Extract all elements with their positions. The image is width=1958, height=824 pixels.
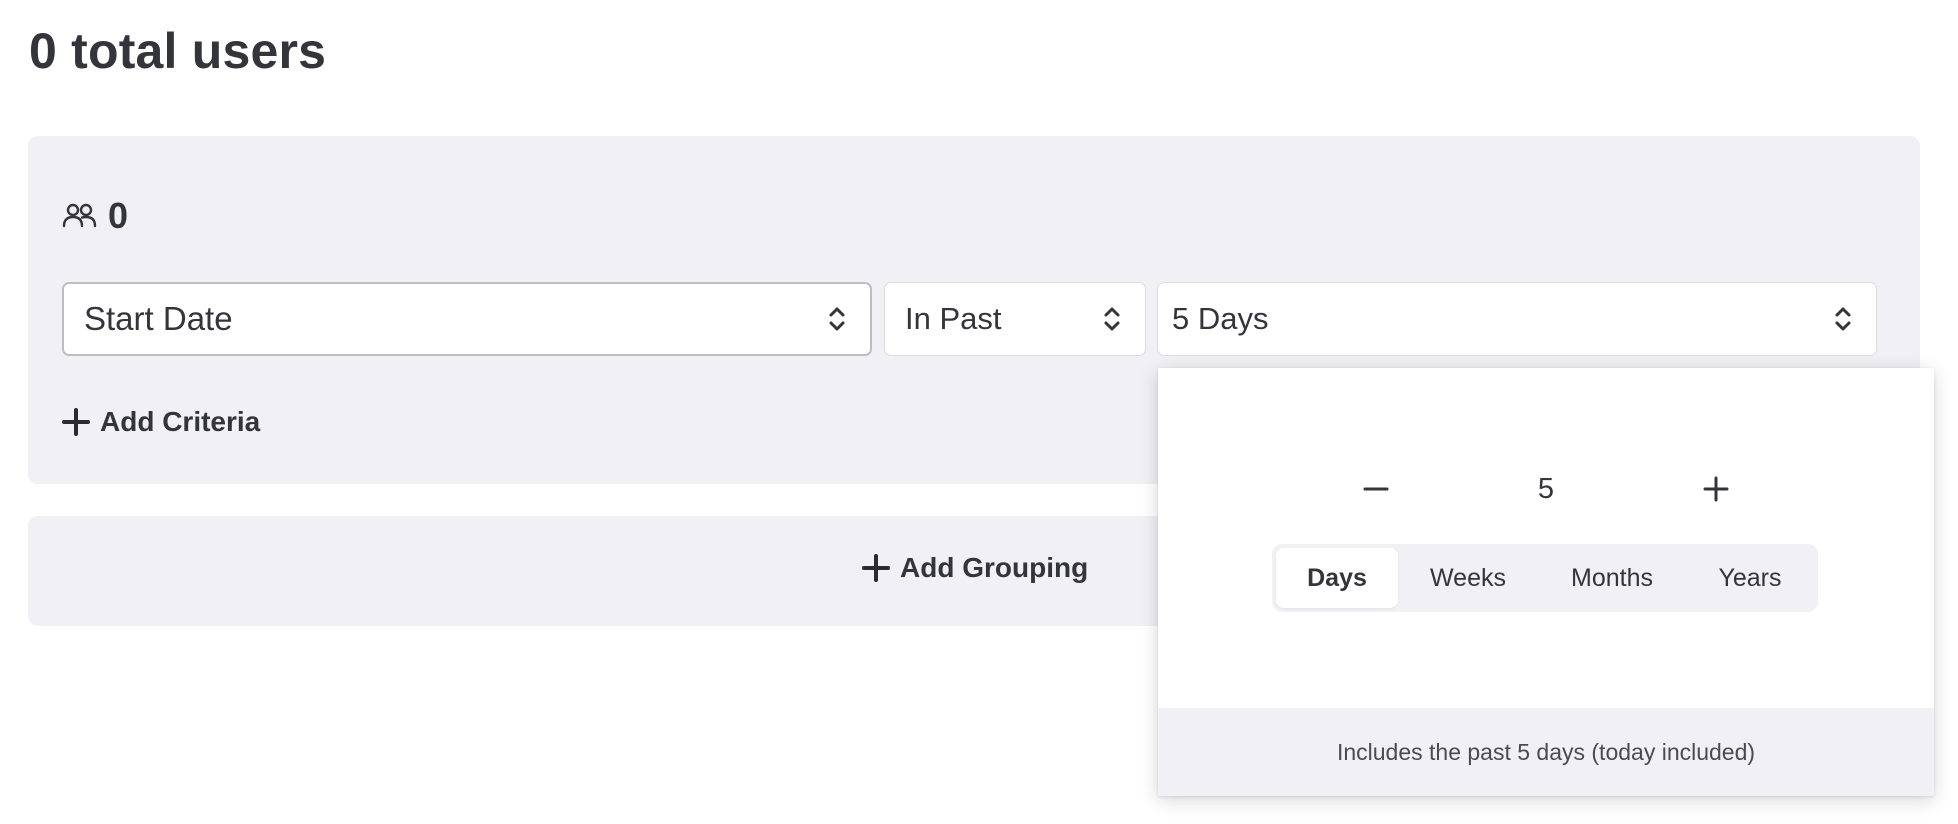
field-select[interactable]: Start Date bbox=[62, 282, 872, 356]
users-icon bbox=[62, 201, 98, 231]
duration-popover: 5 Days Weeks Months Years Includes the p… bbox=[1158, 368, 1934, 796]
page: 0 total users 0 Start Date In Past 5 Day… bbox=[0, 0, 1958, 824]
add-criteria-button[interactable]: Add Criteria bbox=[62, 406, 260, 438]
plus-icon bbox=[1703, 476, 1729, 502]
unit-option-weeks[interactable]: Weeks bbox=[1398, 548, 1538, 608]
amount-stepper: 5 bbox=[1158, 464, 1934, 514]
increment-button[interactable] bbox=[1696, 469, 1736, 509]
unit-toggle: Days Weeks Months Years bbox=[1272, 544, 1818, 612]
duration-summary: Includes the past 5 days (today included… bbox=[1158, 708, 1934, 796]
user-count: 0 bbox=[62, 196, 128, 236]
chevron-up-down-icon bbox=[1835, 307, 1851, 331]
chevron-up-down-icon bbox=[1104, 307, 1120, 331]
page-title: 0 total users bbox=[29, 23, 327, 79]
amount-value[interactable]: 5 bbox=[1496, 470, 1596, 508]
minus-icon bbox=[1363, 487, 1389, 491]
unit-option-months[interactable]: Months bbox=[1538, 548, 1686, 608]
operator-select[interactable]: In Past bbox=[884, 282, 1146, 356]
add-grouping-label: Add Grouping bbox=[900, 552, 1089, 583]
user-count-value: 0 bbox=[108, 195, 129, 236]
field-select-value: Start Date bbox=[84, 300, 233, 337]
unit-option-days[interactable]: Days bbox=[1276, 548, 1398, 608]
plus-icon bbox=[62, 408, 90, 436]
chevron-up-down-icon bbox=[829, 307, 845, 331]
value-select-value: 5 Days bbox=[1172, 301, 1269, 336]
plus-icon bbox=[862, 554, 890, 582]
decrement-button[interactable] bbox=[1356, 469, 1396, 509]
add-criteria-label: Add Criteria bbox=[100, 406, 261, 437]
add-grouping-button[interactable]: Add Grouping bbox=[862, 552, 1088, 584]
operator-select-value: In Past bbox=[905, 301, 1002, 336]
unit-option-years[interactable]: Years bbox=[1686, 548, 1814, 608]
value-select[interactable]: 5 Days bbox=[1157, 282, 1877, 356]
